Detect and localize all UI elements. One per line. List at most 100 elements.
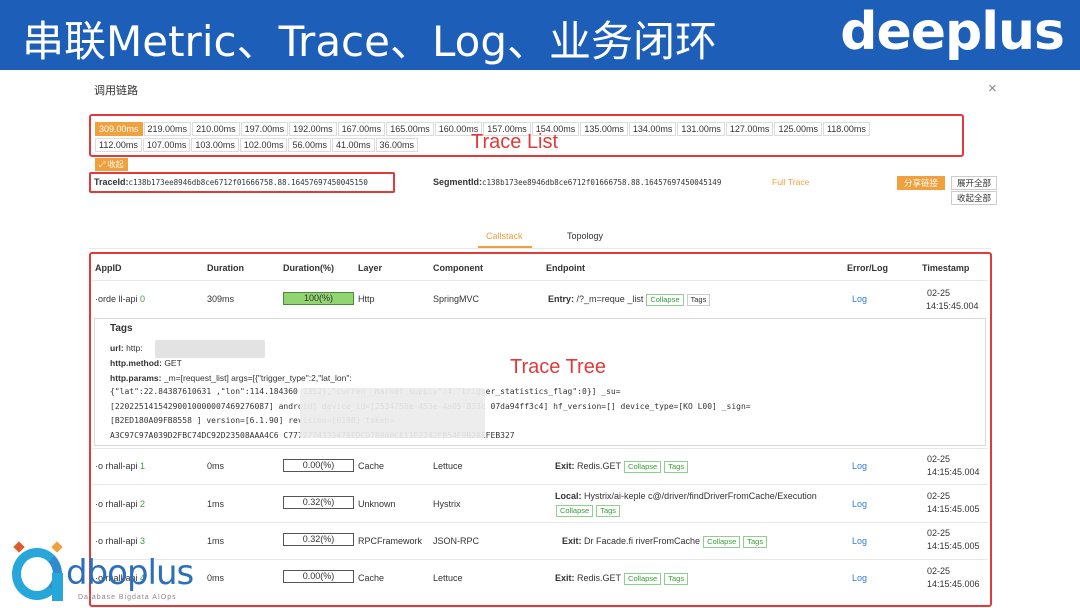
- segment-id: SegmentId:c138b173ee8946db8ce6712f016667…: [433, 177, 721, 187]
- timestamp-time: 14:15:45.004: [927, 467, 980, 477]
- trace-duration-chip[interactable]: 107.00ms: [142, 138, 191, 152]
- duration-bar: 0.00(%): [283, 459, 354, 472]
- slide-banner: 串联Metric、Trace、Log、业务闭环 deeplus: [0, 0, 1080, 70]
- segment-id-label: SegmentId:: [433, 177, 483, 187]
- timestamp-date: 02-25: [927, 528, 951, 538]
- trace-duration-chip[interactable]: 192.00ms: [289, 122, 337, 136]
- tab-callstack[interactable]: Callstack: [486, 231, 523, 241]
- tags-button[interactable]: Tags: [743, 536, 768, 548]
- collapse-button[interactable]: Collapse: [646, 294, 684, 306]
- endpoint-kind: Local:: [555, 491, 582, 501]
- column-header-duration[interactable]: Duration: [207, 263, 244, 273]
- row-endpoint: Exit: Redis.GET Collapse Tags: [555, 461, 689, 473]
- column-header-duration-pct[interactable]: Duration(%): [283, 263, 334, 273]
- row-layer: Cache: [358, 461, 385, 471]
- collapse-button[interactable]: Collapse: [624, 573, 662, 585]
- share-link-button[interactable]: 分享链接: [897, 176, 945, 190]
- row-app-name: ·o rhall-api: [95, 499, 138, 509]
- trace-duration-chip[interactable]: 112.00ms: [95, 138, 142, 152]
- dbaplus-logo-text: dboplus: [66, 553, 194, 593]
- row-timestamp: 02-25 14:15:45.005: [927, 527, 980, 553]
- redaction-blur: [300, 388, 485, 438]
- column-header-endpoint[interactable]: Endpoint: [546, 263, 585, 273]
- row-appid: ·o rhall-api 3: [95, 536, 145, 546]
- row-timestamp: 02-25 14:15:45.005: [927, 490, 980, 516]
- deeplus-logo: deeplus: [840, 2, 1065, 62]
- tag-params-value: _m=[request_list] args=[{"trigger_type":…: [163, 373, 352, 383]
- log-link[interactable]: Log: [852, 461, 867, 471]
- log-link[interactable]: Log: [852, 294, 867, 304]
- row-component: JSON-RPC: [433, 536, 480, 546]
- row-divider: [92, 559, 988, 560]
- tag-params-label: http.params:: [110, 373, 162, 383]
- trace-duration-chip[interactable]: 102.00ms: [239, 138, 288, 152]
- row-app-name: ·orde ll-api: [95, 294, 138, 304]
- timestamp-time: 14:15:45.006: [927, 579, 980, 589]
- endpoint-path: Redis.GET: [577, 573, 622, 583]
- tags-button[interactable]: Tags: [664, 461, 689, 473]
- row-component: Lettuce: [433, 573, 463, 583]
- trace-duration-chip[interactable]: 210.00ms: [192, 122, 240, 136]
- trace-tree-annotation: Trace Tree: [510, 356, 606, 378]
- endpoint-kind: Exit:: [555, 461, 575, 471]
- row-component: Hystrix: [433, 499, 461, 509]
- endpoint-path: Redis.GET: [577, 461, 622, 471]
- log-link[interactable]: Log: [852, 499, 867, 509]
- trace-duration-chip[interactable]: 134.00ms: [628, 122, 677, 136]
- trace-duration-chip[interactable]: 118.00ms: [822, 122, 870, 136]
- row-level: 1: [140, 461, 146, 471]
- row-timestamp: 02-25 14:15:45.004: [926, 287, 979, 313]
- row-duration: 1ms: [207, 499, 225, 509]
- row-app-name: ·o rhall-api: [95, 536, 138, 546]
- trace-duration-chip[interactable]: 56.00ms: [288, 138, 331, 152]
- endpoint-kind: Exit:: [555, 573, 575, 583]
- trace-duration-chip[interactable]: 135.00ms: [580, 122, 628, 136]
- trace-duration-chip[interactable]: 165.00ms: [386, 122, 434, 136]
- column-header-timestamp[interactable]: Timestamp: [922, 263, 969, 273]
- collapse-button[interactable]: Collapse: [703, 536, 741, 548]
- trace-duration-chip[interactable]: 309.00ms: [95, 122, 143, 136]
- timestamp-date: 02-25: [927, 288, 951, 298]
- trace-duration-chip[interactable]: 127.00ms: [725, 122, 774, 136]
- log-link[interactable]: Log: [852, 573, 867, 583]
- log-link[interactable]: Log: [852, 536, 867, 546]
- collapse-list-button[interactable]: ⤢ 收起: [95, 158, 128, 171]
- tags-button[interactable]: Tags: [664, 573, 689, 585]
- tag-params: http.params: _m=[request_list] args=[{"t…: [110, 373, 352, 383]
- column-header-layer[interactable]: Layer: [358, 263, 382, 273]
- segment-id-value: c138b173ee8946db8ce6712f01666758.88.1645…: [482, 178, 722, 187]
- collapse-all-button[interactable]: 收起全部: [951, 191, 997, 205]
- row-app-name: ·o rhall-api: [95, 461, 138, 471]
- trace-duration-chip[interactable]: 131.00ms: [677, 122, 725, 136]
- trace-duration-chip[interactable]: 167.00ms: [337, 122, 386, 136]
- column-header-component[interactable]: Component: [433, 263, 483, 273]
- collapse-button[interactable]: Collapse: [624, 461, 662, 473]
- tag-url: url: http:: [110, 343, 143, 353]
- tags-title: Tags: [110, 323, 133, 334]
- row-timestamp: 02-25 14:15:45.004: [927, 453, 980, 479]
- row-level: 0: [140, 294, 146, 304]
- column-header-errorlog[interactable]: Error/Log: [847, 263, 888, 273]
- trace-duration-chip[interactable]: 41.00ms: [331, 138, 375, 152]
- trace-duration-chip[interactable]: 197.00ms: [240, 122, 289, 136]
- tags-button[interactable]: Tags: [596, 505, 621, 517]
- tab-topology[interactable]: Topology: [567, 231, 603, 241]
- row-level: 3: [140, 536, 146, 546]
- trace-duration-chip[interactable]: 125.00ms: [774, 122, 822, 136]
- full-trace-link[interactable]: Full Trace: [772, 177, 809, 187]
- row-layer: Cache: [358, 573, 385, 583]
- row-duration: 0ms: [207, 573, 225, 583]
- row-duration: 0ms: [207, 461, 225, 471]
- row-component: SpringMVC: [433, 294, 480, 304]
- slide-title: 串联Metric、Trace、Log、业务闭环: [22, 17, 718, 66]
- tags-button[interactable]: Tags: [686, 294, 711, 306]
- expand-all-button[interactable]: 展开全部: [951, 176, 997, 190]
- row-appid: ·orde ll-api 0: [95, 294, 145, 304]
- row-divider: [92, 484, 988, 485]
- close-icon[interactable]: ×: [988, 80, 997, 97]
- trace-duration-chip[interactable]: 219.00ms: [143, 122, 192, 136]
- column-header-appid[interactable]: AppID: [95, 263, 122, 273]
- trace-duration-chip[interactable]: 36.00ms: [375, 138, 419, 152]
- trace-duration-chip[interactable]: 103.00ms: [191, 138, 239, 152]
- collapse-button[interactable]: Collapse: [556, 505, 594, 517]
